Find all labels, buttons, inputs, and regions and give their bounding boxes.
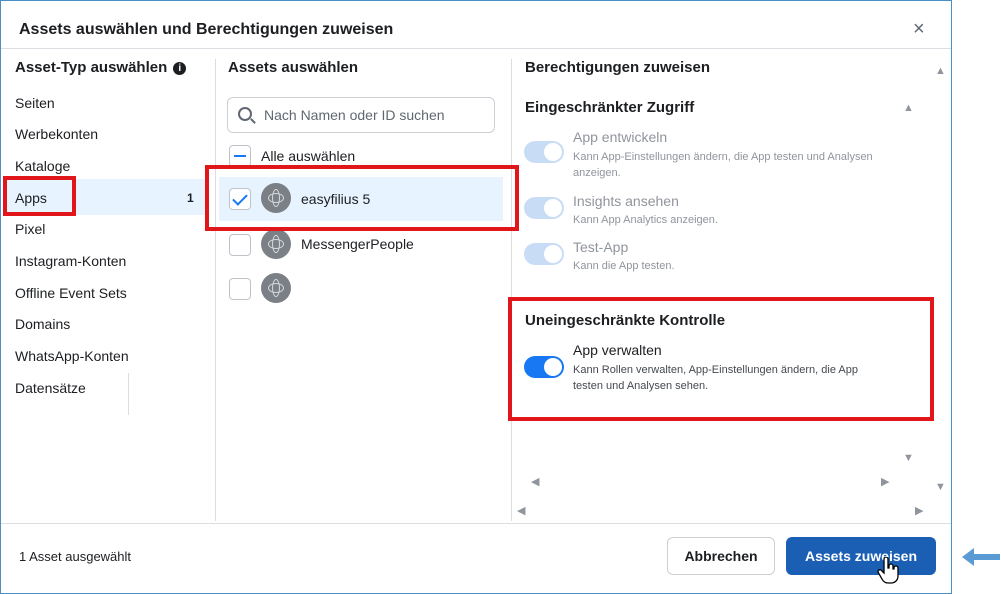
cancel-button[interactable]: Abbrechen bbox=[667, 537, 775, 575]
permissions-heading: Berechtigungen zuweisen bbox=[525, 59, 711, 76]
app-icon bbox=[261, 273, 291, 303]
asset-checkbox-third[interactable] bbox=[229, 278, 251, 300]
assets-heading: Assets auswählen bbox=[228, 59, 359, 76]
chevron-up-icon[interactable]: ▲ bbox=[903, 102, 914, 114]
column-divider-left bbox=[215, 59, 216, 521]
asset-type-seiten[interactable]: Seiten bbox=[15, 95, 55, 111]
highlight-apps bbox=[3, 176, 76, 216]
restricted-access-title: Eingeschränkter Zugriff bbox=[525, 99, 695, 116]
dialog-title: Assets auswählen und Berechtigungen zuwe… bbox=[19, 21, 394, 38]
list-scroll-edge bbox=[128, 373, 129, 415]
asset-name-messengerpeople[interactable]: MessengerPeople bbox=[301, 236, 414, 252]
asset-type-instagram[interactable]: Instagram-Konten bbox=[15, 253, 126, 269]
scroll-left-icon[interactable]: ◀ bbox=[531, 475, 539, 488]
select-all-checkbox[interactable] bbox=[229, 145, 251, 167]
toggle-test-app[interactable] bbox=[524, 243, 564, 265]
perm-desc-insights-ansehen: Kann App Analytics anzeigen. bbox=[573, 214, 718, 226]
apps-count-badge: 1 bbox=[187, 191, 194, 205]
outer-scroll-right-icon[interactable]: ▶ bbox=[915, 504, 923, 517]
highlight-selected-asset bbox=[205, 165, 519, 231]
scroll-up-icon[interactable]: ▲ bbox=[935, 65, 946, 77]
assign-assets-button[interactable]: Assets zuweisen bbox=[786, 537, 936, 575]
search-field[interactable] bbox=[227, 97, 495, 133]
perm-desc-app-entwickeln: Kann App-Einstellungen ändern, die App t… bbox=[573, 151, 873, 179]
assign-assets-dialog: Assets auswählen und Berechtigungen zuwe… bbox=[0, 0, 952, 594]
highlight-full-control bbox=[508, 297, 934, 421]
chevron-down-icon[interactable]: ▼ bbox=[903, 452, 914, 464]
toggle-insights-ansehen[interactable] bbox=[524, 197, 564, 219]
search-input[interactable] bbox=[264, 104, 484, 126]
search-icon bbox=[238, 107, 252, 121]
asset-type-whatsapp[interactable]: WhatsApp-Konten bbox=[15, 348, 129, 364]
left-arrow-icon bbox=[962, 548, 1000, 566]
perm-name-test-app: Test-App bbox=[573, 239, 629, 255]
close-icon[interactable]: × bbox=[913, 19, 925, 39]
select-all-label: Alle auswählen bbox=[261, 148, 356, 164]
footer-divider bbox=[1, 523, 951, 524]
asset-type-domains[interactable]: Domains bbox=[15, 316, 70, 332]
perm-name-app-entwickeln: App entwickeln bbox=[573, 129, 668, 145]
scroll-down-icon[interactable]: ▼ bbox=[935, 481, 946, 493]
asset-type-heading: Asset-Typ auswählen i bbox=[15, 59, 187, 76]
asset-type-werbekonten[interactable]: Werbekonten bbox=[15, 126, 98, 142]
hand-cursor-icon bbox=[877, 557, 899, 584]
info-icon[interactable]: i bbox=[173, 62, 187, 75]
asset-type-offline-event-sets[interactable]: Offline Event Sets bbox=[15, 285, 127, 301]
column-divider-right bbox=[511, 59, 512, 521]
perm-desc-test-app: Kann die App testen. bbox=[573, 260, 675, 272]
asset-type-pixel[interactable]: Pixel bbox=[15, 221, 45, 237]
asset-type-datensaetze[interactable]: Datensätze bbox=[15, 380, 86, 396]
selection-count: 1 Asset ausgewählt bbox=[19, 549, 132, 564]
toggle-app-entwickeln[interactable] bbox=[524, 141, 564, 163]
header-divider bbox=[1, 48, 951, 49]
asset-type-kataloge[interactable]: Kataloge bbox=[15, 158, 70, 174]
perm-name-insights-ansehen: Insights ansehen bbox=[573, 193, 679, 209]
app-icon bbox=[261, 229, 291, 259]
scroll-right-icon[interactable]: ▶ bbox=[881, 475, 889, 488]
asset-checkbox-messengerpeople[interactable] bbox=[229, 234, 251, 256]
outer-scroll-left-icon[interactable]: ◀ bbox=[517, 504, 525, 517]
